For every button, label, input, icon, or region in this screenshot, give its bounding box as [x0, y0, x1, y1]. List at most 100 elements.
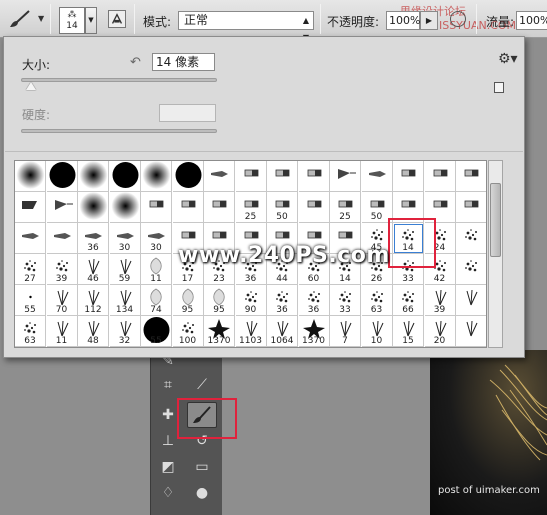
blur-tool-icon[interactable]: ♢ — [155, 482, 181, 504]
size-slider-knob[interactable] — [25, 82, 36, 90]
brush-preset-cell[interactable]: 30 — [141, 223, 172, 254]
brush-panel-toggle-icon[interactable] — [108, 10, 126, 28]
brush-preset-cell[interactable]: 95 — [204, 285, 235, 316]
brush-preset-cell[interactable] — [456, 192, 486, 223]
eraser-tool-icon[interactable]: ◩ — [155, 456, 181, 478]
brush-preset-cell[interactable]: 50 — [267, 192, 298, 223]
brush-preset-cell[interactable]: 39 — [46, 254, 78, 285]
new-preset-icon[interactable] — [494, 82, 504, 93]
brush-preset-cell[interactable]: 25 — [330, 192, 361, 223]
brush-preset-cell[interactable] — [109, 161, 141, 192]
brush-preset-cell[interactable]: 74 — [141, 285, 172, 316]
brush-preset-cell[interactable]: 48 — [78, 316, 109, 347]
brush-preset-cell[interactable] — [15, 223, 46, 254]
brush-preset-cell[interactable]: 36 — [78, 223, 109, 254]
pressure-opacity-icon[interactable] — [450, 11, 466, 27]
reset-size-icon[interactable]: ↶ — [130, 55, 141, 70]
brush-grid-scrollbar[interactable] — [488, 160, 503, 348]
brush-preset-cell[interactable]: 55 — [15, 285, 46, 316]
brush-preset-cell[interactable]: 7 — [330, 316, 361, 347]
brush-preset-cell[interactable]: 70 — [46, 285, 78, 316]
mode-select[interactable]: 正常 ▲▼ — [178, 11, 314, 42]
brush-preset-cell[interactable]: 46 — [78, 254, 109, 285]
brush-preset-cell[interactable]: 1370 — [298, 316, 330, 347]
brush-preset-cell[interactable]: 27 — [15, 254, 46, 285]
brush-preset-cell[interactable]: 95 — [172, 285, 204, 316]
brush-preset-picker-button[interactable]: ⁂ 14 — [59, 7, 85, 34]
crop-tool-icon[interactable]: ⌗ — [155, 374, 181, 396]
eyedropper-tool-icon[interactable]: ⟋ — [189, 374, 215, 396]
brush-preset-cell[interactable] — [361, 161, 393, 192]
brush-preset-cell[interactable] — [456, 223, 486, 254]
brush-preset-cell[interactable]: 39 — [424, 285, 456, 316]
brush-preset-cell[interactable] — [235, 161, 267, 192]
brush-preset-cell[interactable] — [78, 192, 109, 223]
brush-preset-cell[interactable]: 11 — [141, 254, 172, 285]
brush-tip-icon — [433, 169, 447, 177]
gear-icon[interactable]: ⚙▾ — [498, 51, 518, 67]
brush-preset-cell[interactable] — [78, 161, 109, 192]
brush-preset-cell[interactable]: 11 — [46, 316, 78, 347]
brush-preset-cell[interactable]: 33 — [330, 285, 361, 316]
brush-preset-cell[interactable]: 1370 — [204, 316, 235, 347]
brush-preset-cell[interactable] — [172, 161, 204, 192]
brush-preset-cell[interactable]: 55 — [141, 316, 172, 347]
brush-preset-cell[interactable] — [424, 161, 456, 192]
size-slider[interactable] — [21, 78, 217, 82]
brush-size-label: 15 — [402, 336, 414, 346]
brush-preset-cell[interactable]: 25 — [235, 192, 267, 223]
brush-preset-cell[interactable] — [456, 161, 486, 192]
options-bar: ▼ ⁂ 14 ▼ 模式: 正常 ▲▼ 不透明度: 思缘设计论坛 www.MISS… — [0, 0, 547, 42]
brush-preset-cell[interactable]: 15 — [393, 316, 424, 347]
brush-preset-cell[interactable]: 66 — [393, 285, 424, 316]
gradient-tool-icon[interactable]: ▭ — [189, 456, 215, 478]
preset-dropdown-arrow[interactable]: ▼ — [85, 7, 97, 34]
scroll-thumb[interactable] — [490, 183, 501, 257]
brush-preset-cell[interactable] — [456, 285, 486, 316]
brush-tool-icon[interactable] — [8, 9, 32, 29]
brush-preset-cell[interactable] — [46, 223, 78, 254]
brush-preset-cell[interactable]: 100 — [172, 316, 204, 347]
brush-preset-cell[interactable] — [298, 192, 330, 223]
brush-preset-cell[interactable]: 32 — [109, 316, 141, 347]
brush-preset-cell[interactable]: 134 — [109, 285, 141, 316]
opacity-slider-arrow[interactable]: ▶ — [420, 11, 438, 30]
brush-preset-cell[interactable] — [204, 161, 235, 192]
brush-size-label: 17 — [181, 274, 194, 284]
brush-preset-cell[interactable] — [46, 192, 78, 223]
brush-preset-cell[interactable] — [267, 161, 298, 192]
brush-preset-cell[interactable]: 63 — [361, 285, 393, 316]
brush-preset-cell[interactable]: 1103 — [235, 316, 267, 347]
brush-preset-cell[interactable] — [330, 161, 361, 192]
brush-preset-cell[interactable] — [298, 161, 330, 192]
brush-preset-cell[interactable]: 90 — [235, 285, 267, 316]
brush-preset-cell[interactable]: 63 — [15, 316, 46, 347]
flow-field[interactable]: 100% — [516, 11, 547, 30]
opacity-field[interactable]: 100% — [386, 11, 420, 30]
brush-preset-cell[interactable]: 20 — [424, 316, 456, 347]
brush-preset-cell[interactable]: 30 — [109, 223, 141, 254]
dodge-tool-icon[interactable]: ● — [189, 482, 215, 504]
brush-preset-cell[interactable]: 112 — [78, 285, 109, 316]
brush-preset-cell[interactable] — [456, 254, 486, 285]
tool-preset-arrow-icon[interactable]: ▼ — [38, 14, 44, 23]
brush-tip-icon — [211, 171, 228, 177]
brush-preset-cell[interactable]: 36 — [298, 285, 330, 316]
brush-preset-cell[interactable] — [15, 192, 46, 223]
brush-preset-cell[interactable]: 59 — [109, 254, 141, 285]
brush-preset-cell[interactable] — [393, 161, 424, 192]
brush-preset-cell[interactable] — [456, 316, 486, 347]
brush-tip-icon — [142, 161, 171, 189]
brush-preset-cell[interactable]: 10 — [361, 316, 393, 347]
brush-preset-cell[interactable]: 36 — [267, 285, 298, 316]
brush-preset-cell[interactable] — [204, 192, 235, 223]
document-canvas[interactable]: post of uimaker.com — [430, 350, 547, 515]
size-field[interactable]: 14 像素 — [152, 53, 215, 71]
brush-preset-cell[interactable] — [141, 161, 172, 192]
brush-preset-cell[interactable] — [172, 192, 204, 223]
brush-preset-cell[interactable] — [15, 161, 46, 192]
brush-preset-cell[interactable] — [46, 161, 78, 192]
brush-preset-cell[interactable] — [141, 192, 172, 223]
brush-preset-cell[interactable]: 1064 — [267, 316, 298, 347]
brush-preset-cell[interactable] — [109, 192, 141, 223]
